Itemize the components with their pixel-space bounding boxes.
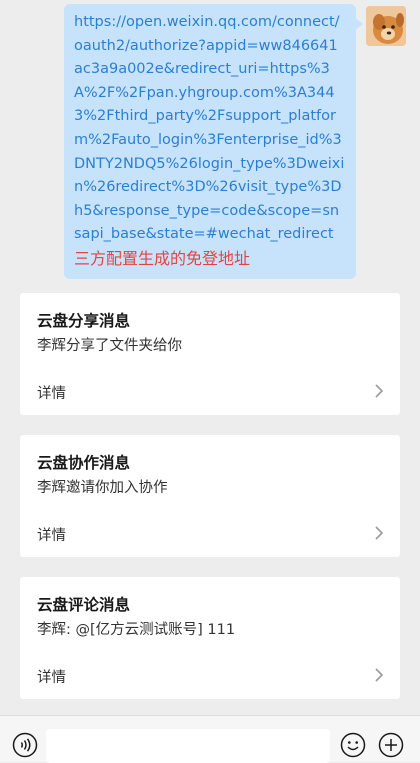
- message-bubble[interactable]: https://open.weixin.qq.com/connect/oauth…: [64, 4, 363, 279]
- card-title: 云盘协作消息: [37, 454, 131, 472]
- chevron-right-icon: [375, 384, 384, 398]
- chat-area[interactable]: https://open.weixin.qq.com/connect/oauth…: [0, 0, 420, 715]
- card-comment[interactable]: 云盘评论消息 李辉: @[亿方云测试账号] 111 详情: [20, 577, 400, 699]
- voice-icon[interactable]: [12, 732, 38, 758]
- chevron-right-icon: [375, 668, 384, 682]
- card-detail-link[interactable]: 详情: [37, 382, 66, 403]
- input-bar: [0, 715, 420, 763]
- avatar-image: [366, 6, 406, 46]
- card-detail-link[interactable]: 详情: [37, 524, 66, 545]
- message-input[interactable]: [46, 729, 330, 763]
- message-row: https://open.weixin.qq.com/connect/oauth…: [0, 4, 420, 279]
- card-collaboration[interactable]: 云盘协作消息 李辉邀请你加入协作 详情: [20, 435, 400, 557]
- card-desc: 李辉分享了文件夹给你: [37, 338, 182, 354]
- plus-icon[interactable]: [378, 732, 404, 758]
- emoji-icon[interactable]: [340, 732, 366, 758]
- chevron-right-icon: [375, 526, 384, 540]
- avatar[interactable]: [366, 6, 406, 46]
- card-desc: 李辉邀请你加入协作: [37, 480, 168, 496]
- message-note: 三方配置生成的免登地址: [74, 248, 251, 268]
- card-title: 云盘分享消息: [37, 312, 131, 330]
- card-desc: 李辉: @[亿方云测试账号] 111: [37, 622, 236, 638]
- card-share[interactable]: 云盘分享消息 李辉分享了文件夹给你 详情: [20, 293, 400, 415]
- card-detail-link[interactable]: 详情: [37, 666, 66, 687]
- message-link[interactable]: https://open.weixin.qq.com/connect/oauth…: [74, 14, 344, 242]
- card-title: 云盘评论消息: [37, 596, 131, 614]
